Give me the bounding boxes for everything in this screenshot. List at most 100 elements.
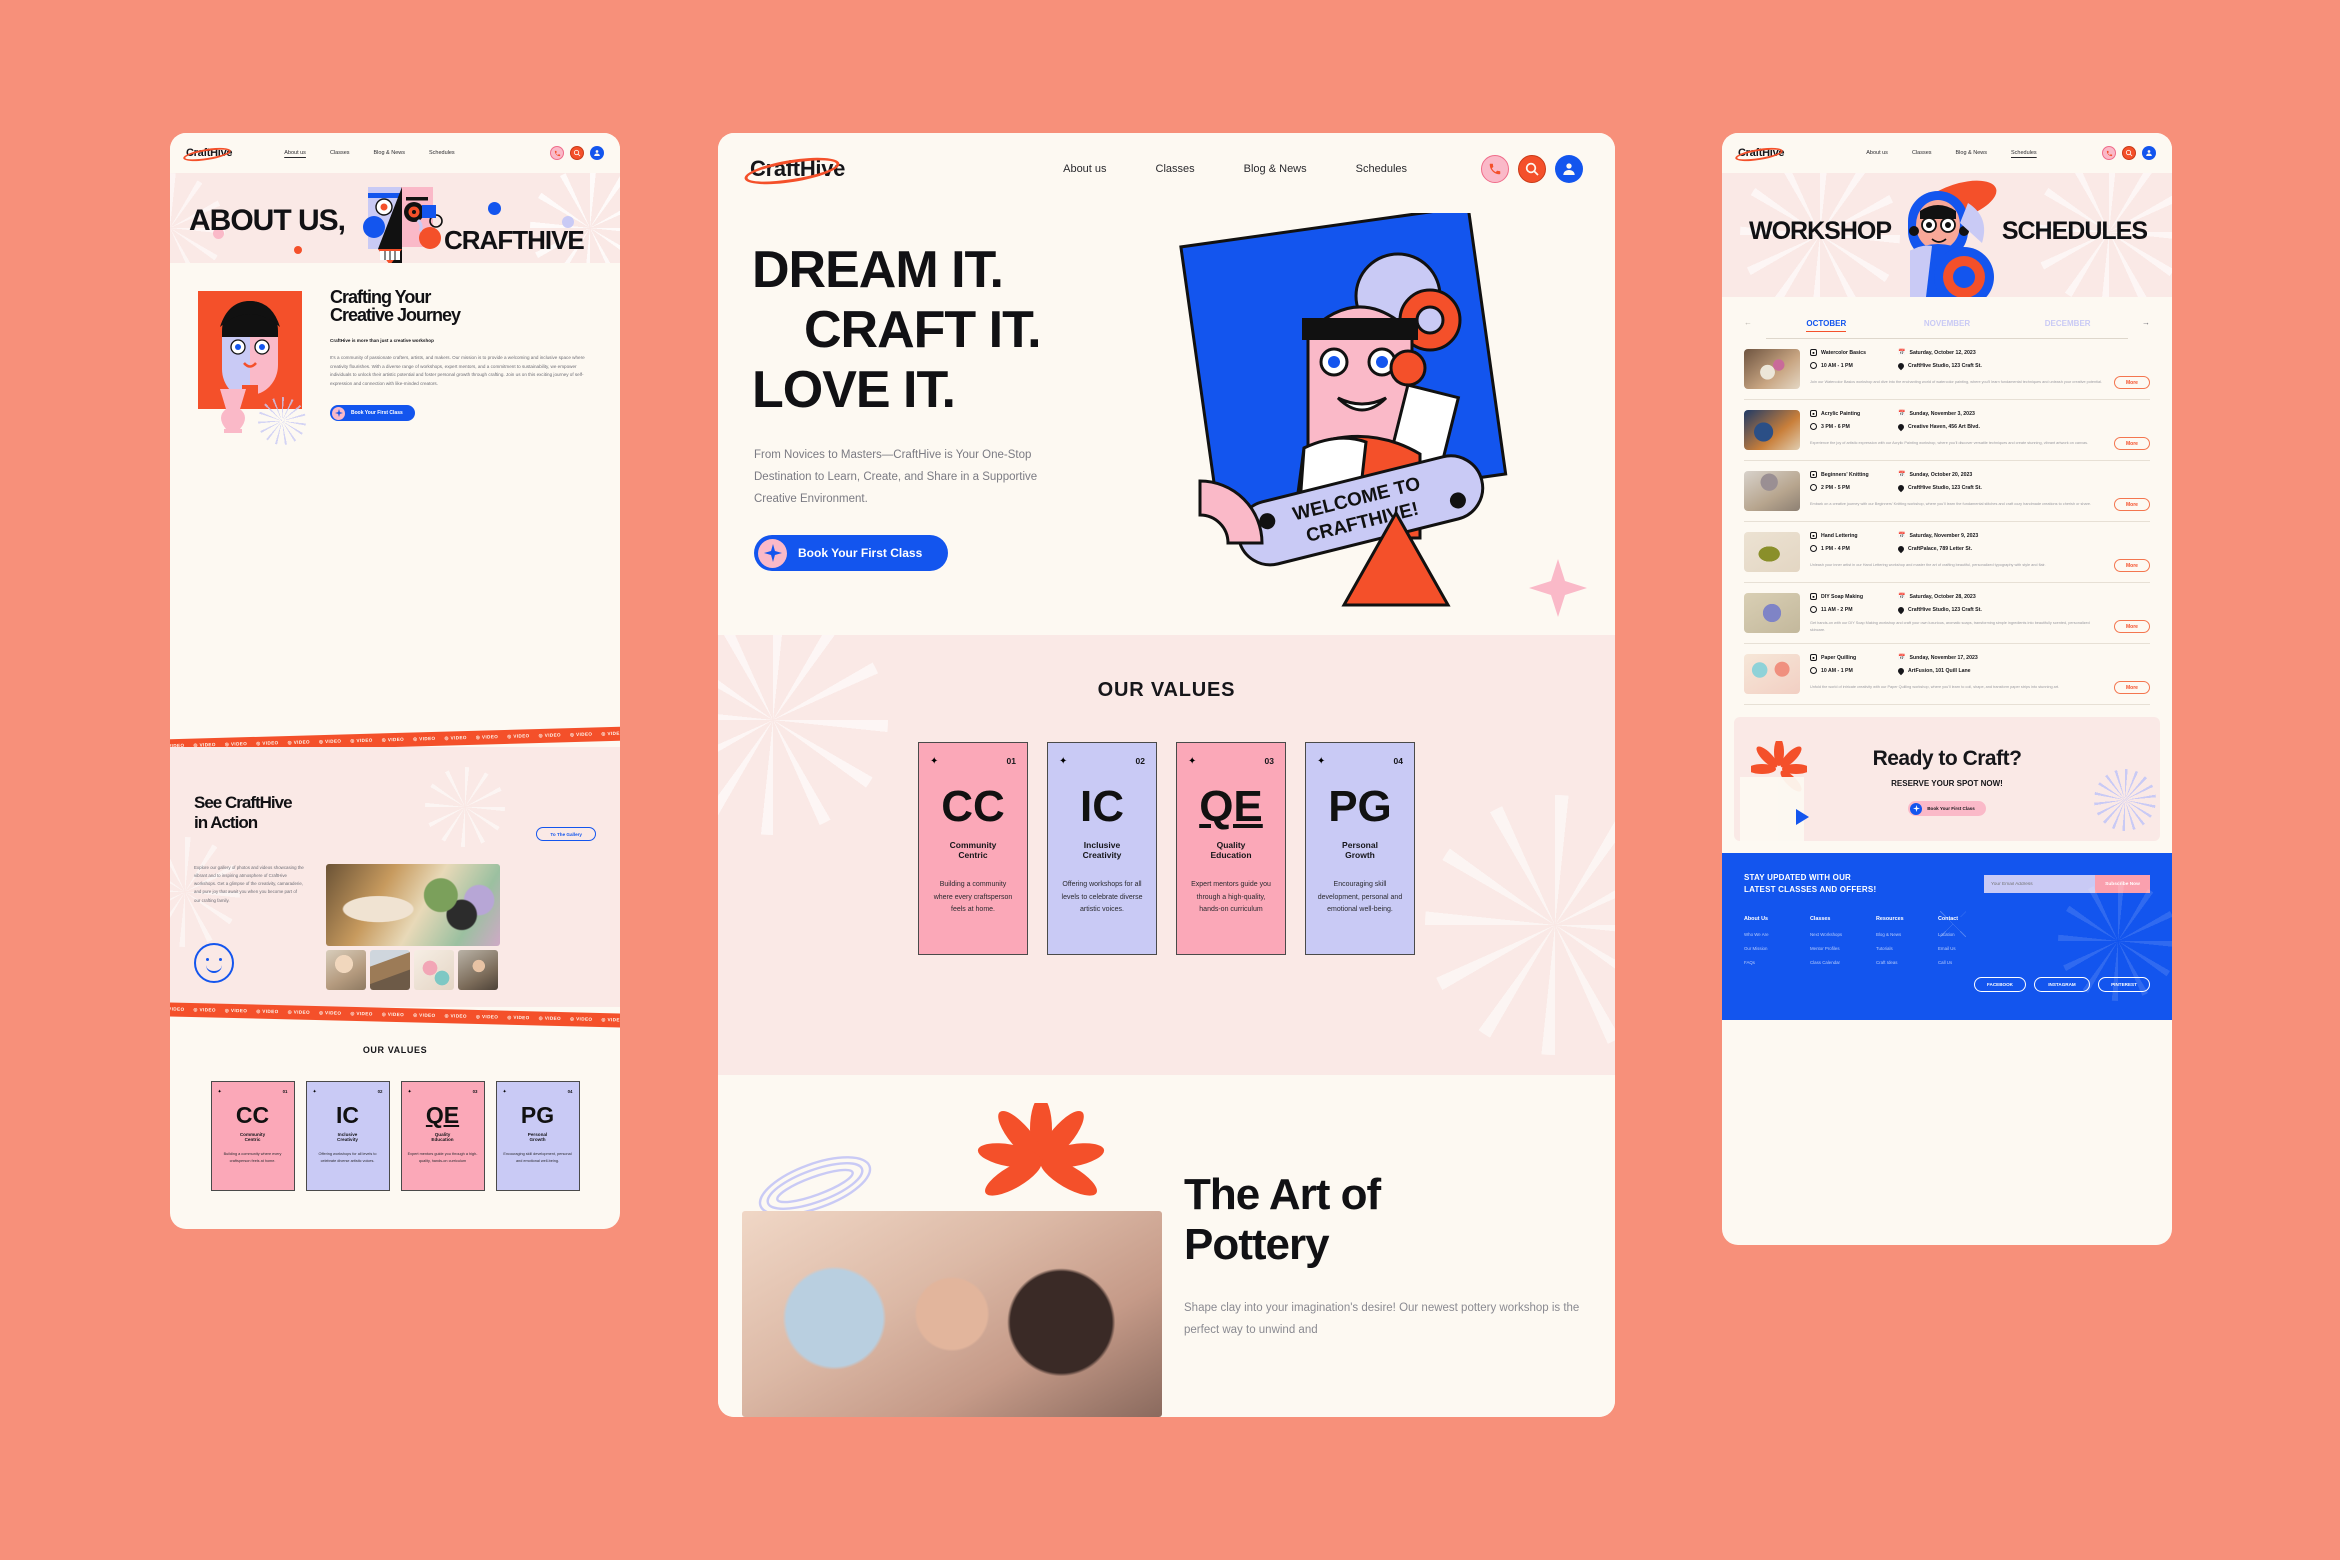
schedule-place-field: Creative Haven, 456 Art Blvd. <box>1896 422 1980 431</box>
schedule-description: Get hands-on with our DIY Soap Making wo… <box>1810 621 2090 632</box>
social-pinterest-button[interactable]: PINTEREST <box>2098 977 2150 993</box>
phone-icon[interactable] <box>550 146 564 160</box>
month-tab-october[interactable]: OCTOBER <box>1766 313 1887 332</box>
book-first-class-button[interactable]: Book Your First Class <box>330 405 415 422</box>
schedule-more-button[interactable]: More <box>2114 498 2150 511</box>
schedule-row[interactable]: ■ Paper Quilling 📅 Sunday, November 17, … <box>1744 644 2150 706</box>
value-name-1: Inclusive <box>1083 840 1121 850</box>
social-instagram-button[interactable]: INSTAGRAM <box>2034 977 2090 993</box>
schedule-place-field: ArtFusion, 101 Quill Lane <box>1896 666 1971 676</box>
schedule-meta-row-2: 1 PM - 4 PM CraftPalace, 789 Letter St. <box>1810 544 2150 553</box>
search-icon[interactable] <box>570 146 584 160</box>
social-facebook-button[interactable]: FACEBOOK <box>1974 977 2026 993</box>
schedule-time: 10 AM - 1 PM <box>1821 667 1853 674</box>
month-tab-december[interactable]: DECEMBER <box>2007 313 2128 331</box>
phone-icon[interactable] <box>2102 146 2116 160</box>
schedule-more-button[interactable]: More <box>2114 681 2150 695</box>
logo[interactable]: CraftHive <box>742 152 845 190</box>
footer-link[interactable]: Next Workshops <box>1810 932 1876 937</box>
nav-item-schedules[interactable]: Schedules <box>2011 150 2037 156</box>
nav-item-schedules[interactable]: Schedules <box>429 150 455 156</box>
nav-item-about-us[interactable]: About us <box>1866 150 1888 156</box>
user-account-icon[interactable] <box>1555 155 1583 183</box>
nav-item-blog-news[interactable]: Blog & News <box>1244 163 1307 175</box>
nav-item-about-us[interactable]: About us <box>1063 163 1106 175</box>
footer-link[interactable]: Email Us <box>1938 946 2000 951</box>
footer-link[interactable]: Blog & News <box>1876 932 1938 937</box>
logo[interactable]: CraftHive <box>1734 145 1785 164</box>
value-card[interactable]: ✦ 02 IC Inclusive Creativity Offering wor… <box>305 1081 390 1191</box>
schedule-row[interactable]: ■ Acrylic Painting 📅 Sunday, November 3,… <box>1744 400 2150 461</box>
pottery-image[interactable] <box>742 1211 1162 1417</box>
sparkle-icon <box>332 406 345 420</box>
month-next-arrow[interactable]: → <box>2128 318 2150 327</box>
value-card[interactable]: ✦ 02 IC Inclusive Creativity Offering wor… <box>1047 742 1157 955</box>
hero-book-first-class-button[interactable]: Book Your First Class <box>754 535 949 571</box>
footer-link[interactable]: Class Calendar <box>1810 960 1876 965</box>
search-icon[interactable] <box>2122 146 2136 160</box>
marquee-item: ◎ VIDEO <box>569 731 593 738</box>
marquee-item: ◎ VIDEO <box>287 1009 311 1015</box>
schedule-thumbnail <box>1744 471 1800 511</box>
value-name-1: Personal <box>1342 840 1378 850</box>
value-card[interactable]: ✦ 01 CC Community Centric Building a comm… <box>210 1081 295 1191</box>
marquee-item: ◎ VIDEO <box>475 734 499 740</box>
nav-item-schedules[interactable]: Schedules <box>1356 163 1407 175</box>
schedule-row[interactable]: ■ Watercolor Basics 📅 Saturday, October … <box>1744 339 2150 400</box>
footer-link[interactable]: Mentor Profiles <box>1810 946 1876 951</box>
marquee-item: ◎ VIDEO <box>256 740 279 746</box>
user-account-icon[interactable] <box>590 146 604 160</box>
month-prev-arrow[interactable]: ← <box>1744 318 1766 327</box>
schedule-row[interactable]: ■ Hand Lettering 📅 Saturday, November 9,… <box>1744 522 2150 583</box>
schedule-more-label: More <box>2126 623 2138 630</box>
nav-item-classes[interactable]: Classes <box>1156 163 1195 175</box>
nav-item-blog-news[interactable]: Blog & News <box>1956 150 1988 156</box>
nav-item-blog-news[interactable]: Blog & News <box>374 150 406 156</box>
gallery-thumb-3[interactable] <box>414 950 454 990</box>
nav-item-classes[interactable]: Classes <box>330 150 350 156</box>
footer-link[interactable]: Tutorials <box>1876 946 1938 951</box>
schedule-more-button[interactable]: More <box>2114 376 2150 389</box>
email-input[interactable] <box>1984 875 2095 894</box>
search-icon[interactable] <box>1518 155 1546 183</box>
schedule-row[interactable]: ■ Beginners' Knitting 📅 Sunday, October … <box>1744 461 2150 522</box>
schedule-place-field: CraftHive Studio, 123 Craft St. <box>1896 361 1982 370</box>
social-instagram-label: INSTAGRAM <box>2048 982 2076 988</box>
nav-item-classes[interactable]: Classes <box>1912 150 1932 156</box>
schedule-more-button[interactable]: More <box>2114 620 2150 634</box>
value-card[interactable]: ✦ 04 PG Personal Growth Encouraging skill… <box>495 1081 580 1191</box>
footer-link[interactable]: Who We Are <box>1744 932 1810 937</box>
footer-link[interactable]: Our Mission <box>1744 946 1810 951</box>
schedule-time-field: 10 AM - 1 PM <box>1810 667 1898 675</box>
footer-link[interactable]: Call Us <box>1938 960 2000 965</box>
value-card[interactable]: ✦ 04 PG Personal Growth Encouraging skill… <box>1305 742 1415 955</box>
gallery-thumb-4[interactable] <box>458 950 498 990</box>
month-tab-november[interactable]: NOVEMBER <box>1887 313 2008 331</box>
value-card[interactable]: ✦ 03 QE Quality Education Expert mentors … <box>1176 742 1286 955</box>
schedule-more-button[interactable]: More <box>2114 559 2150 572</box>
calendar-icon: 📅 <box>1898 655 1906 662</box>
ready-book-button[interactable]: Book Your First Class <box>1908 801 1986 817</box>
schedule-title: Paper Quilling <box>1821 654 1857 661</box>
schedule-more-button[interactable]: More <box>2114 437 2150 450</box>
gallery-main-image[interactable] <box>326 864 500 946</box>
schedule-row[interactable]: ■ DIY Soap Making 📅 Saturday, October 28… <box>1744 583 2150 645</box>
value-card[interactable]: ✦ 03 QE Quality Education Expert mentors … <box>400 1081 485 1191</box>
gallery-thumb-1[interactable] <box>326 950 366 990</box>
value-number: 04 <box>567 1089 573 1094</box>
journey-copy: Crafting Your Creative Journey CraftHive… <box>330 285 594 422</box>
to-the-gallery-button[interactable]: To The Gallery <box>536 827 596 841</box>
phone-icon[interactable] <box>1481 155 1509 183</box>
about-nav: About us Classes Blog & News Schedules <box>284 150 454 156</box>
logo[interactable]: CraftHive <box>182 145 233 164</box>
value-name-2: Centric <box>958 850 988 860</box>
user-account-icon[interactable] <box>2142 146 2156 160</box>
gallery-thumb-2[interactable] <box>370 950 410 990</box>
schedule-date: Saturday, October 12, 2023 <box>1909 349 1976 356</box>
footer-link[interactable]: FAQs <box>1744 960 1810 965</box>
footer-link[interactable]: Craft Ideas <box>1876 960 1938 965</box>
hero-line-2: CRAFT IT. <box>804 301 1042 359</box>
value-card[interactable]: ✦ 01 CC Community Centric Building a comm… <box>918 742 1028 955</box>
nav-item-about-us[interactable]: About us <box>284 150 306 156</box>
schedule-date-field: 📅 Saturday, October 12, 2023 <box>1898 349 1976 357</box>
